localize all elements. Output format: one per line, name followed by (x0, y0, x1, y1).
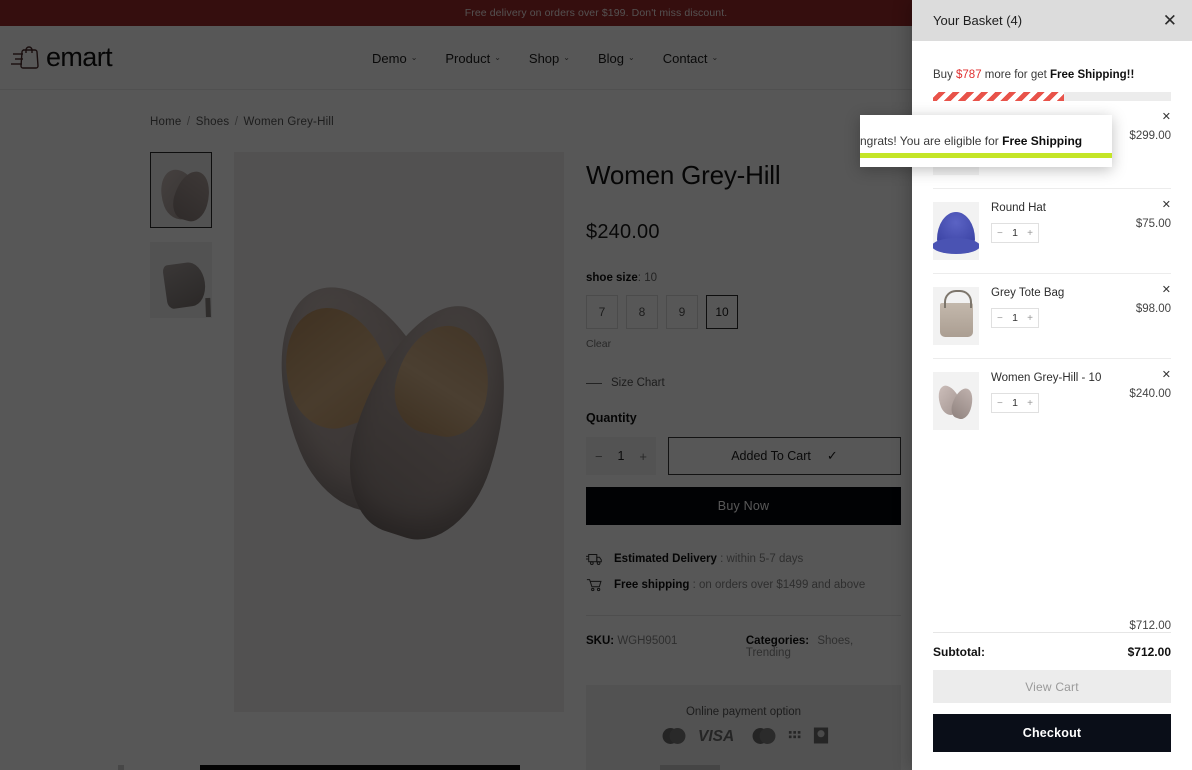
cart-item-qty: 1 (1012, 312, 1018, 324)
toast-progress-bar (860, 153, 1112, 158)
ship-msg-bold: Free Shipping!! (1050, 69, 1134, 81)
ship-msg-amount: $787 (956, 69, 982, 81)
free-shipping-progress (933, 92, 1171, 101)
progress-fill (933, 92, 1064, 101)
cart-item-stepper[interactable]: − 1 + (991, 223, 1039, 243)
cart-item-qty: 1 (1012, 227, 1018, 239)
basket-footer: Subtotal: $712.00 View Cart Checkout (912, 632, 1192, 770)
cart-item-stepper[interactable]: − 1 + (991, 393, 1039, 413)
free-shipping-message: Buy $787 more for get Free Shipping!! (933, 69, 1171, 81)
cart-item: Grey Tote Bag − 1 + $98.00 ✕ (933, 274, 1171, 359)
cart-item-name[interactable]: Women Grey-Hill - 10 (991, 372, 1171, 384)
subtotal-value: $712.00 (1128, 645, 1171, 659)
modal-backdrop[interactable] (0, 0, 912, 770)
cart-item-price: $75.00 (1136, 218, 1171, 230)
ship-msg-middle: more for get (982, 69, 1050, 81)
basket-header: Your Basket (4) ✕ (912, 0, 1192, 41)
cart-item-price: $240.00 (1129, 388, 1171, 400)
checkout-button[interactable]: Checkout (933, 714, 1171, 752)
cart-item-price: $98.00 (1136, 303, 1171, 315)
subtotal-label: Subtotal: (933, 645, 985, 659)
view-cart-button[interactable]: View Cart (933, 670, 1171, 703)
cart-item: Round Hat − 1 + $75.00 ✕ (933, 189, 1171, 274)
remove-item-icon[interactable]: ✕ (1162, 198, 1171, 211)
cart-item-increment[interactable]: + (1027, 228, 1033, 239)
cart-item-decrement[interactable]: − (997, 228, 1003, 239)
tote-bag-icon (940, 303, 973, 337)
free-shipping-toast[interactable]: ngrats! You are eligible for Free Shippi… (860, 115, 1112, 167)
cart-total: $712.00 (1129, 620, 1171, 632)
remove-item-icon[interactable]: ✕ (1162, 110, 1171, 123)
toast-text-visible: ngrats! You are eligible for (860, 134, 1002, 148)
cart-item-name[interactable]: Grey Tote Bag (991, 287, 1171, 299)
cart-item-qty: 1 (1012, 397, 1018, 409)
cart-item-name[interactable]: Round Hat (991, 202, 1171, 214)
cart-item-decrement[interactable]: − (997, 398, 1003, 409)
basket-title: Your Basket (4) (933, 13, 1022, 28)
ship-msg-prefix: Buy (933, 69, 956, 81)
cart-item-increment[interactable]: + (1027, 398, 1033, 409)
cart-item-increment[interactable]: + (1027, 313, 1033, 324)
close-icon[interactable]: ✕ (1163, 12, 1177, 29)
cart-item-thumbnail[interactable] (933, 202, 979, 260)
toast-message: ngrats! You are eligible for Free Shippi… (860, 134, 1082, 148)
app-root: Free delivery on orders over $199. Don't… (0, 0, 1192, 770)
remove-item-icon[interactable]: ✕ (1162, 283, 1171, 296)
cart-item-price: $299.00 (1129, 130, 1171, 142)
subtotal-row: Subtotal: $712.00 (933, 632, 1171, 670)
cart-item: Women Grey-Hill - 10 − 1 + $240.00 ✕ (933, 359, 1171, 443)
remove-item-icon[interactable]: ✕ (1162, 368, 1171, 381)
cart-item-stepper[interactable]: − 1 + (991, 308, 1039, 328)
cart-item-thumbnail[interactable] (933, 372, 979, 430)
round-hat-icon (937, 212, 975, 250)
cart-item-decrement[interactable]: − (997, 313, 1003, 324)
cart-item-thumbnail[interactable] (933, 287, 979, 345)
toast-text-bold: Free Shipping (1002, 134, 1082, 148)
